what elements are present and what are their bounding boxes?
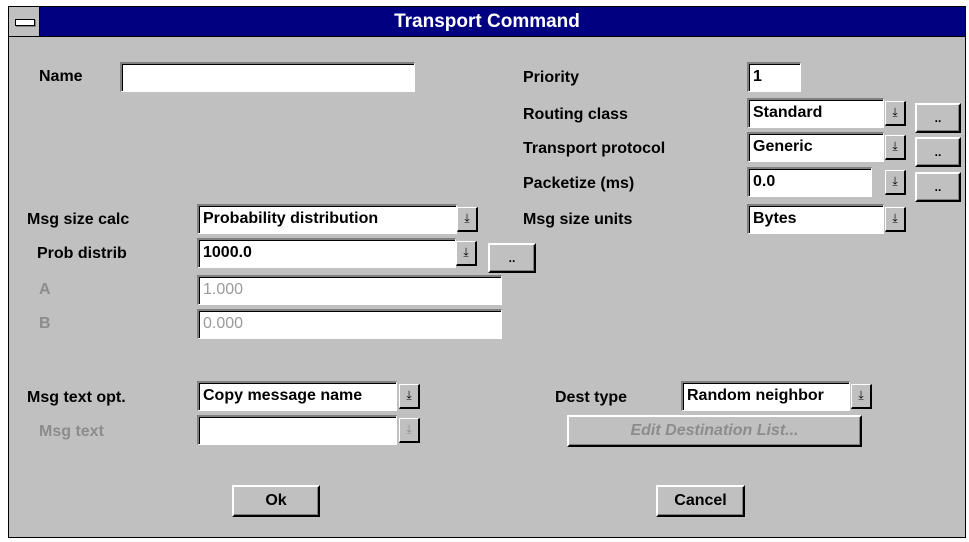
msg-text-opt-label: Msg text opt.	[27, 389, 126, 406]
priority-input[interactable]: 1	[747, 62, 801, 92]
prob-distrib-ellipsis-button[interactable]: ..	[488, 243, 536, 273]
name-label: Name	[39, 68, 83, 85]
dest-type-dropdown-icon[interactable]: ⤓	[851, 384, 872, 409]
packetize-input[interactable]: 0.0	[747, 167, 872, 197]
window-title: Transport Command	[394, 11, 580, 32]
transport-command-dialog: Transport Command Name Msg size calc Pro…	[8, 6, 966, 538]
prob-distrib-label: Prob distrib	[37, 245, 127, 262]
ok-button[interactable]: Ok	[232, 485, 320, 517]
routing-class-select[interactable]: Standard	[747, 98, 884, 128]
msg-text-label: Msg text	[39, 423, 104, 440]
prob-distrib-select[interactable]: 1000.0	[197, 238, 456, 268]
routing-class-dropdown-icon[interactable]: ⤓	[885, 101, 906, 126]
title-bar: Transport Command	[9, 7, 965, 37]
routing-class-ellipsis-button[interactable]: ..	[915, 103, 961, 133]
priority-label: Priority	[523, 69, 580, 86]
system-menu-icon[interactable]	[9, 7, 40, 36]
routing-class-label: Routing class	[523, 106, 628, 123]
msg-text-opt-dropdown-icon[interactable]: ⤓	[399, 384, 420, 409]
a-input[interactable]: 1.000	[197, 275, 502, 305]
b-label: B	[39, 315, 51, 332]
msg-size-units-select[interactable]: Bytes	[747, 204, 884, 234]
edit-destination-list-button[interactable]: Edit Destination List...	[567, 415, 862, 447]
transport-protocol-dropdown-icon[interactable]: ⤓	[885, 135, 906, 160]
packetize-dropdown-icon[interactable]: ⤓	[885, 170, 906, 195]
msg-text-input[interactable]	[197, 415, 397, 445]
transport-protocol-ellipsis-button[interactable]: ..	[915, 137, 961, 167]
name-input[interactable]	[120, 62, 415, 92]
b-input[interactable]: 0.000	[197, 309, 502, 339]
prob-distrib-dropdown-icon[interactable]: ⤓	[456, 241, 477, 266]
cancel-button[interactable]: Cancel	[656, 485, 745, 517]
msg-size-calc-dropdown-icon[interactable]: ⤓	[457, 207, 478, 232]
msg-text-dropdown-icon[interactable]: ⤓	[399, 418, 420, 443]
packetize-ellipsis-button[interactable]: ..	[915, 172, 961, 202]
system-menu-bar	[15, 19, 35, 26]
msg-text-opt-select[interactable]: Copy message name	[197, 381, 397, 411]
dest-type-select[interactable]: Random neighbor	[681, 381, 850, 411]
dest-type-label: Dest type	[555, 389, 628, 406]
packetize-label: Packetize (ms)	[523, 175, 635, 192]
msg-size-units-label: Msg size units	[523, 211, 633, 228]
transport-protocol-label: Transport protocol	[523, 140, 666, 157]
msg-size-calc-label: Msg size calc	[27, 211, 130, 228]
msg-size-units-dropdown-icon[interactable]: ⤓	[885, 207, 906, 232]
msg-size-calc-select[interactable]: Probability distribution	[197, 204, 457, 234]
a-label: A	[39, 281, 51, 298]
transport-protocol-select[interactable]: Generic	[747, 132, 884, 162]
